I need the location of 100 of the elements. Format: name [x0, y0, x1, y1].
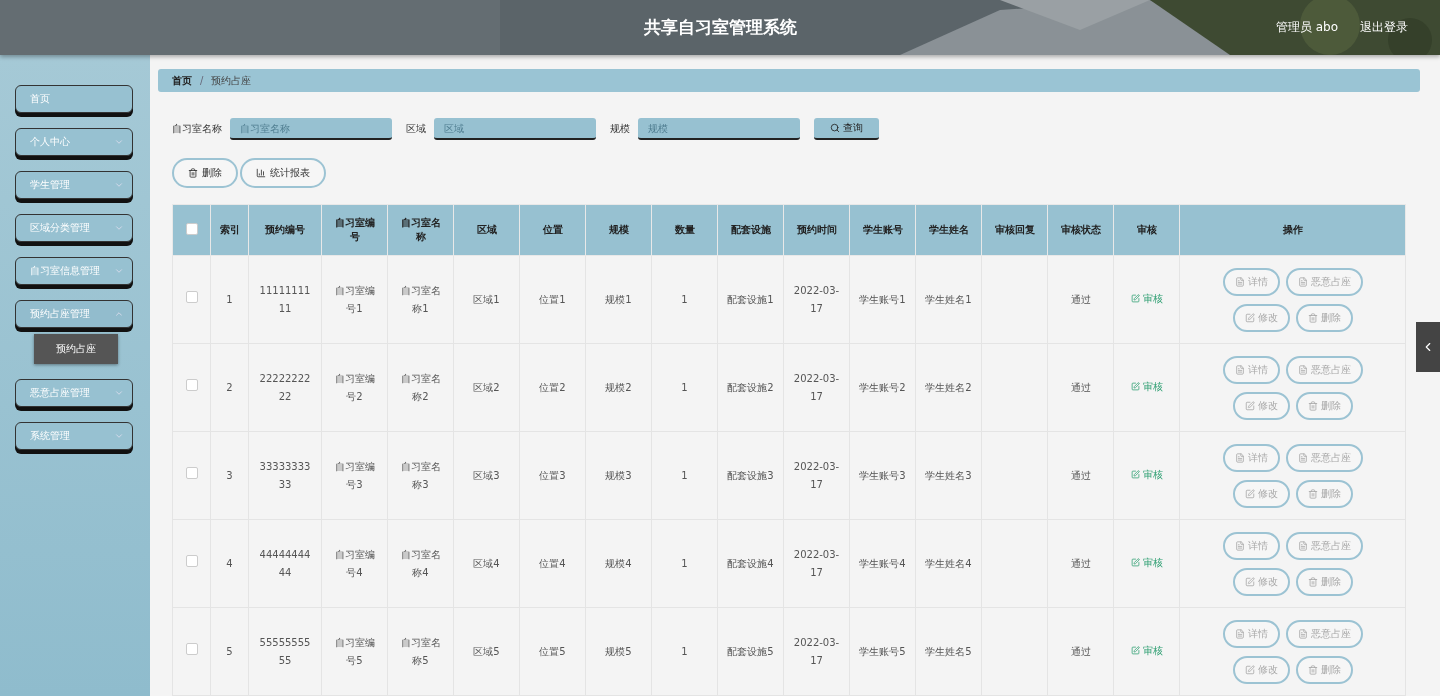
action-button[interactable]: 恶意占座 [1285, 443, 1363, 472]
document-icon [1234, 628, 1245, 639]
action-button[interactable]: 详情 [1222, 267, 1280, 296]
column-header: 审核回复 [981, 204, 1048, 256]
column-header: 规模 [585, 204, 652, 256]
breadcrumb-link[interactable]: 首页 [172, 73, 192, 88]
table-cell: 区域4 [453, 519, 520, 608]
trash-icon [1307, 488, 1318, 499]
sidebar-subitem[interactable]: 预约占座 [34, 334, 118, 364]
action-button[interactable]: 修改 [1232, 655, 1290, 684]
filter-field[interactable]: 规模 [638, 118, 800, 140]
table-cell: 位置5 [519, 607, 586, 696]
table-cell: 通过 [1047, 343, 1114, 432]
table-cell: 3333333333 [248, 431, 322, 520]
column-header: 数量 [651, 204, 718, 256]
edit-icon [1244, 664, 1255, 675]
edit-icon [1244, 576, 1255, 587]
table-cell: 5 [210, 607, 249, 696]
table-cell: 1 [210, 255, 249, 344]
row-checkbox[interactable] [185, 642, 198, 655]
row-checkbox[interactable] [185, 378, 198, 391]
action-button[interactable]: 删除 [1295, 391, 1353, 420]
table-cell: 配套设施1 [717, 255, 784, 344]
column-header: 索引 [210, 204, 249, 256]
bar-chart-icon [256, 168, 266, 178]
breadcrumb-link[interactable]: 预约占座 [211, 73, 252, 88]
table-cell: 学生姓名4 [915, 519, 982, 608]
row-checkbox[interactable] [185, 554, 198, 567]
action-button[interactable]: 恶意占座 [1285, 355, 1363, 384]
edit-icon [1244, 488, 1255, 499]
document-icon [1234, 364, 1245, 375]
toolbar-button[interactable]: 删除 [172, 158, 238, 188]
table-cell: 1 [651, 607, 718, 696]
review-link[interactable]: 审核 [1130, 641, 1163, 660]
search-button[interactable]: 查询 [814, 118, 879, 140]
action-button[interactable]: 修改 [1232, 479, 1290, 508]
table-cell: 区域5 [453, 607, 520, 696]
table-cell: 2022-03-17 [783, 255, 850, 344]
column-header: 预约时间 [783, 204, 850, 256]
action-button[interactable]: 删除 [1295, 303, 1353, 332]
table-cell: 自习室编号5 [321, 607, 388, 696]
table-cell: 自习室名称4 [387, 519, 454, 608]
action-button[interactable]: 详情 [1222, 443, 1280, 472]
edit-icon [1130, 646, 1140, 656]
table-cell: 自习室名称5 [387, 607, 454, 696]
column-header: 审核状态 [1047, 204, 1114, 256]
action-button[interactable]: 删除 [1295, 479, 1353, 508]
table-cell: 1 [651, 519, 718, 608]
column-header: 预约编号 [248, 204, 322, 256]
review-link[interactable]: 审核 [1130, 289, 1163, 308]
action-button[interactable]: 修改 [1232, 303, 1290, 332]
action-button[interactable]: 详情 [1222, 619, 1280, 648]
table-cell: 位置3 [519, 431, 586, 520]
action-button[interactable]: 修改 [1232, 391, 1290, 420]
table-cell: 配套设施5 [717, 607, 784, 696]
filter-label: 规模 [610, 122, 630, 136]
review-link[interactable]: 审核 [1130, 553, 1163, 572]
column-header: 学生姓名 [915, 204, 982, 256]
table-cell: 学生账号5 [849, 607, 916, 696]
chevron-icon [114, 431, 124, 441]
document-icon [1234, 276, 1245, 287]
document-icon [1297, 276, 1308, 287]
document-icon [1297, 364, 1308, 375]
table-cell: 自习室名称3 [387, 431, 454, 520]
review-link[interactable]: 审核 [1130, 465, 1163, 484]
toolbar-button[interactable]: 统计报表 [240, 158, 326, 188]
column-header: 审核 [1113, 204, 1180, 256]
table-cell: 学生姓名3 [915, 431, 982, 520]
table-cell: 通过 [1047, 519, 1114, 608]
table-cell: 位置2 [519, 343, 586, 432]
action-button[interactable]: 恶意占座 [1285, 619, 1363, 648]
action-button[interactable]: 恶意占座 [1285, 531, 1363, 560]
table-cell: 通过 [1047, 255, 1114, 344]
action-button[interactable]: 详情 [1222, 531, 1280, 560]
action-button[interactable]: 删除 [1295, 567, 1353, 596]
table-cell: 位置1 [519, 255, 586, 344]
table-cell: 规模3 [585, 431, 652, 520]
table-cell: 2022-03-17 [783, 343, 850, 432]
table-cell: 学生账号1 [849, 255, 916, 344]
select-all-checkbox[interactable] [185, 223, 198, 235]
table-cell: 学生账号2 [849, 343, 916, 432]
table-cell: 4444444444 [248, 519, 322, 608]
chevron-icon [114, 137, 124, 147]
action-button[interactable]: 详情 [1222, 355, 1280, 384]
row-checkbox[interactable] [185, 290, 198, 303]
column-header: 学生账号 [849, 204, 916, 256]
table-cell: 规模5 [585, 607, 652, 696]
trash-icon [1307, 576, 1318, 587]
filter-field[interactable]: 自习室名称 [230, 118, 392, 140]
logout-link[interactable]: 退出登录 [1360, 19, 1408, 36]
collapse-button[interactable] [1416, 322, 1440, 372]
filter-field[interactable]: 区域 [434, 118, 596, 140]
trash-icon [1307, 664, 1318, 675]
edit-icon [1130, 470, 1140, 480]
action-button[interactable]: 恶意占座 [1285, 267, 1363, 296]
edit-icon [1244, 312, 1255, 323]
review-link[interactable]: 审核 [1130, 377, 1163, 396]
row-checkbox[interactable] [185, 466, 198, 479]
action-button[interactable]: 修改 [1232, 567, 1290, 596]
action-button[interactable]: 删除 [1295, 655, 1353, 684]
